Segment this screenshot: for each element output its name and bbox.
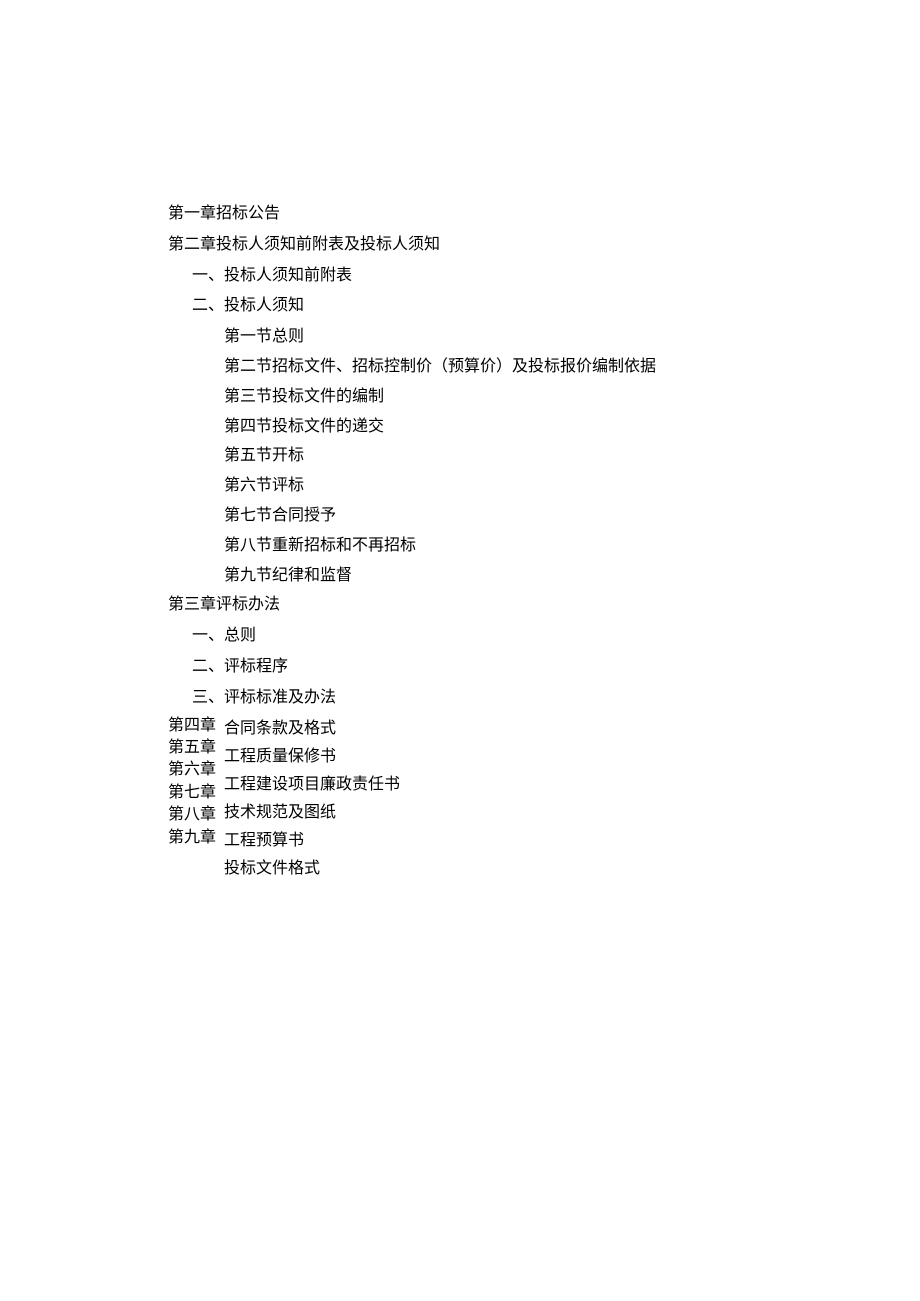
toc-chapter-7-label: 第七章: [168, 782, 216, 804]
toc-chapter-labels-column: 第四章 第五章 第六章 第七章 第八章 第九章: [168, 715, 216, 849]
toc-chapter-2-section-1: 第一节总则: [168, 323, 920, 352]
toc-chapter-2: 第二章投标人须知前附表及投标人须知: [168, 231, 920, 260]
toc-chapter-8-title: 工程预算书: [224, 827, 400, 855]
toc-chapter-9-label: 第九章: [168, 827, 216, 849]
toc-chapter-9-title: 投标文件格式: [224, 855, 400, 883]
toc-chapter-3-sub-1: 一、总则: [168, 622, 920, 651]
toc-chapter-2-section-6: 第六节评标: [168, 472, 920, 501]
toc-chapters-4-to-9: 第四章 第五章 第六章 第七章 第八章 第九章 合同条款及格式 工程质量保修书 …: [168, 715, 920, 883]
toc-chapter-6-label: 第六章: [168, 759, 216, 781]
toc-chapter-2-section-4: 第四节投标文件的递交: [168, 413, 920, 442]
toc-chapter-2-section-9: 第九节纪律和监督: [168, 562, 920, 591]
toc-chapter-2-section-8: 第八节重新招标和不再招标: [168, 532, 920, 561]
toc-chapter-3-sub-2: 二、评标程序: [168, 653, 920, 682]
toc-chapter-3-sub-3: 三、评标标准及办法: [168, 684, 920, 713]
toc-chapter-4-title: 合同条款及格式: [224, 715, 400, 743]
toc-chapter-3: 第三章评标办法: [168, 591, 920, 620]
toc-chapter-4-label: 第四章: [168, 715, 216, 737]
toc-chapter-2-sub-1: 一、投标人须知前附表: [168, 262, 920, 291]
toc-chapter-1: 第一章招标公告: [168, 200, 920, 229]
toc-chapter-2-sub-2: 二、投标人须知: [168, 292, 920, 321]
toc-chapter-2-section-3: 第三节投标文件的编制: [168, 383, 920, 412]
toc-chapter-2-section-5: 第五节开标: [168, 442, 920, 471]
toc-chapter-titles-column: 合同条款及格式 工程质量保修书 工程建设项目廉政责任书 技术规范及图纸 工程预算…: [224, 715, 400, 883]
toc-chapter-6-title: 工程建设项目廉政责任书: [224, 771, 400, 799]
toc-chapter-7-title: 技术规范及图纸: [224, 799, 400, 827]
toc-chapter-5-label: 第五章: [168, 737, 216, 759]
toc-chapter-2-section-7: 第七节合同授予: [168, 502, 920, 531]
toc-chapter-5-title: 工程质量保修书: [224, 743, 400, 771]
table-of-contents: 第一章招标公告 第二章投标人须知前附表及投标人须知 一、投标人须知前附表 二、投…: [168, 200, 920, 883]
toc-chapter-2-section-2: 第二节招标文件、招标控制价（预算价）及投标报价编制依据: [168, 353, 920, 382]
toc-chapter-8-label: 第八章: [168, 804, 216, 826]
